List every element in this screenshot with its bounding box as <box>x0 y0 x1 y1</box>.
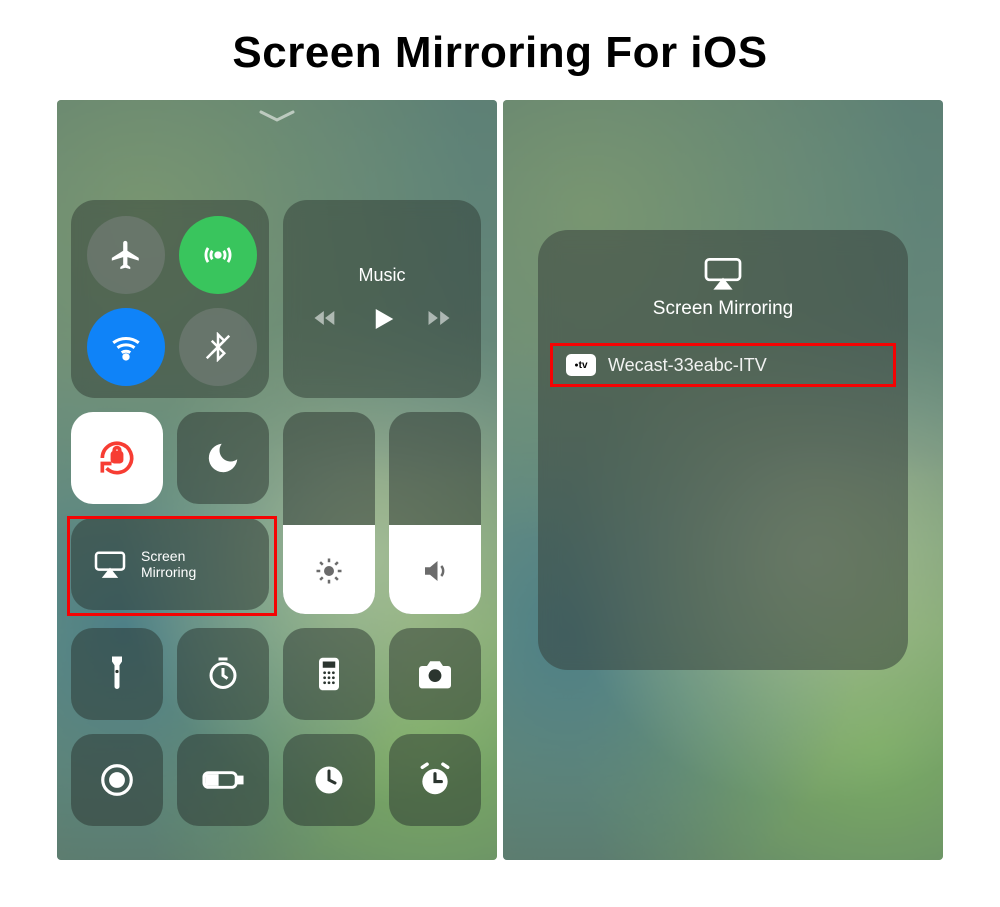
wifi-button[interactable] <box>87 308 165 386</box>
phone-left: Music <box>57 100 497 860</box>
chevron-down-icon[interactable] <box>257 106 297 126</box>
cellular-data-button[interactable] <box>179 216 257 294</box>
timer-icon <box>205 656 241 692</box>
play-icon[interactable] <box>367 304 397 334</box>
mirror-device-name: Wecast-33eabc-ITV <box>608 355 767 376</box>
stopwatch-button[interactable] <box>283 734 375 826</box>
forward-icon[interactable] <box>425 304 453 334</box>
calculator-button[interactable] <box>283 628 375 720</box>
connectivity-tile <box>71 200 269 398</box>
screen-record-button[interactable] <box>71 734 163 826</box>
do-not-disturb-button[interactable] <box>177 412 269 504</box>
flashlight-button[interactable] <box>71 628 163 720</box>
music-label: Music <box>358 265 405 286</box>
alarm-icon <box>416 761 454 799</box>
airplay-icon <box>93 550 127 578</box>
battery-icon <box>201 768 245 792</box>
phone-right: Screen Mirroring ●tv Wecast-33eabc-ITV <box>503 100 943 860</box>
music-tile[interactable]: Music <box>283 200 481 398</box>
rotation-lock-button[interactable] <box>71 412 163 504</box>
alarm-button[interactable] <box>389 734 481 826</box>
airplane-icon <box>109 238 143 272</box>
camera-icon <box>415 658 455 690</box>
moon-icon <box>204 439 242 477</box>
airplay-icon <box>701 256 745 290</box>
page-title: Screen Mirroring For iOS <box>0 0 1000 100</box>
airplane-mode-button[interactable] <box>87 216 165 294</box>
brightness-slider[interactable] <box>283 412 375 614</box>
low-power-button[interactable] <box>177 734 269 826</box>
rotation-lock-icon <box>95 436 139 480</box>
flashlight-icon <box>102 654 132 694</box>
camera-button[interactable] <box>389 628 481 720</box>
record-icon <box>98 761 136 799</box>
calculator-icon <box>314 655 344 693</box>
screen-mirroring-label: Screen Mirroring <box>141 548 196 580</box>
sun-icon <box>314 556 344 586</box>
mirror-panel-title: Screen Mirroring <box>653 298 793 320</box>
wifi-icon <box>109 330 143 364</box>
screen-mirroring-panel: Screen Mirroring ●tv Wecast-33eabc-ITV <box>538 230 908 670</box>
bluetooth-icon <box>203 332 233 362</box>
clock-icon <box>311 762 347 798</box>
appletv-badge-icon: ●tv <box>566 354 596 376</box>
timer-button[interactable] <box>177 628 269 720</box>
mirror-device-row[interactable]: ●tv Wecast-33eabc-ITV <box>556 346 890 384</box>
rewind-icon[interactable] <box>311 304 339 334</box>
volume-slider[interactable] <box>389 412 481 614</box>
cellular-icon <box>201 238 235 272</box>
bluetooth-button[interactable] <box>179 308 257 386</box>
screen-mirroring-button[interactable]: Screen Mirroring <box>71 518 269 610</box>
speaker-icon <box>420 556 450 586</box>
